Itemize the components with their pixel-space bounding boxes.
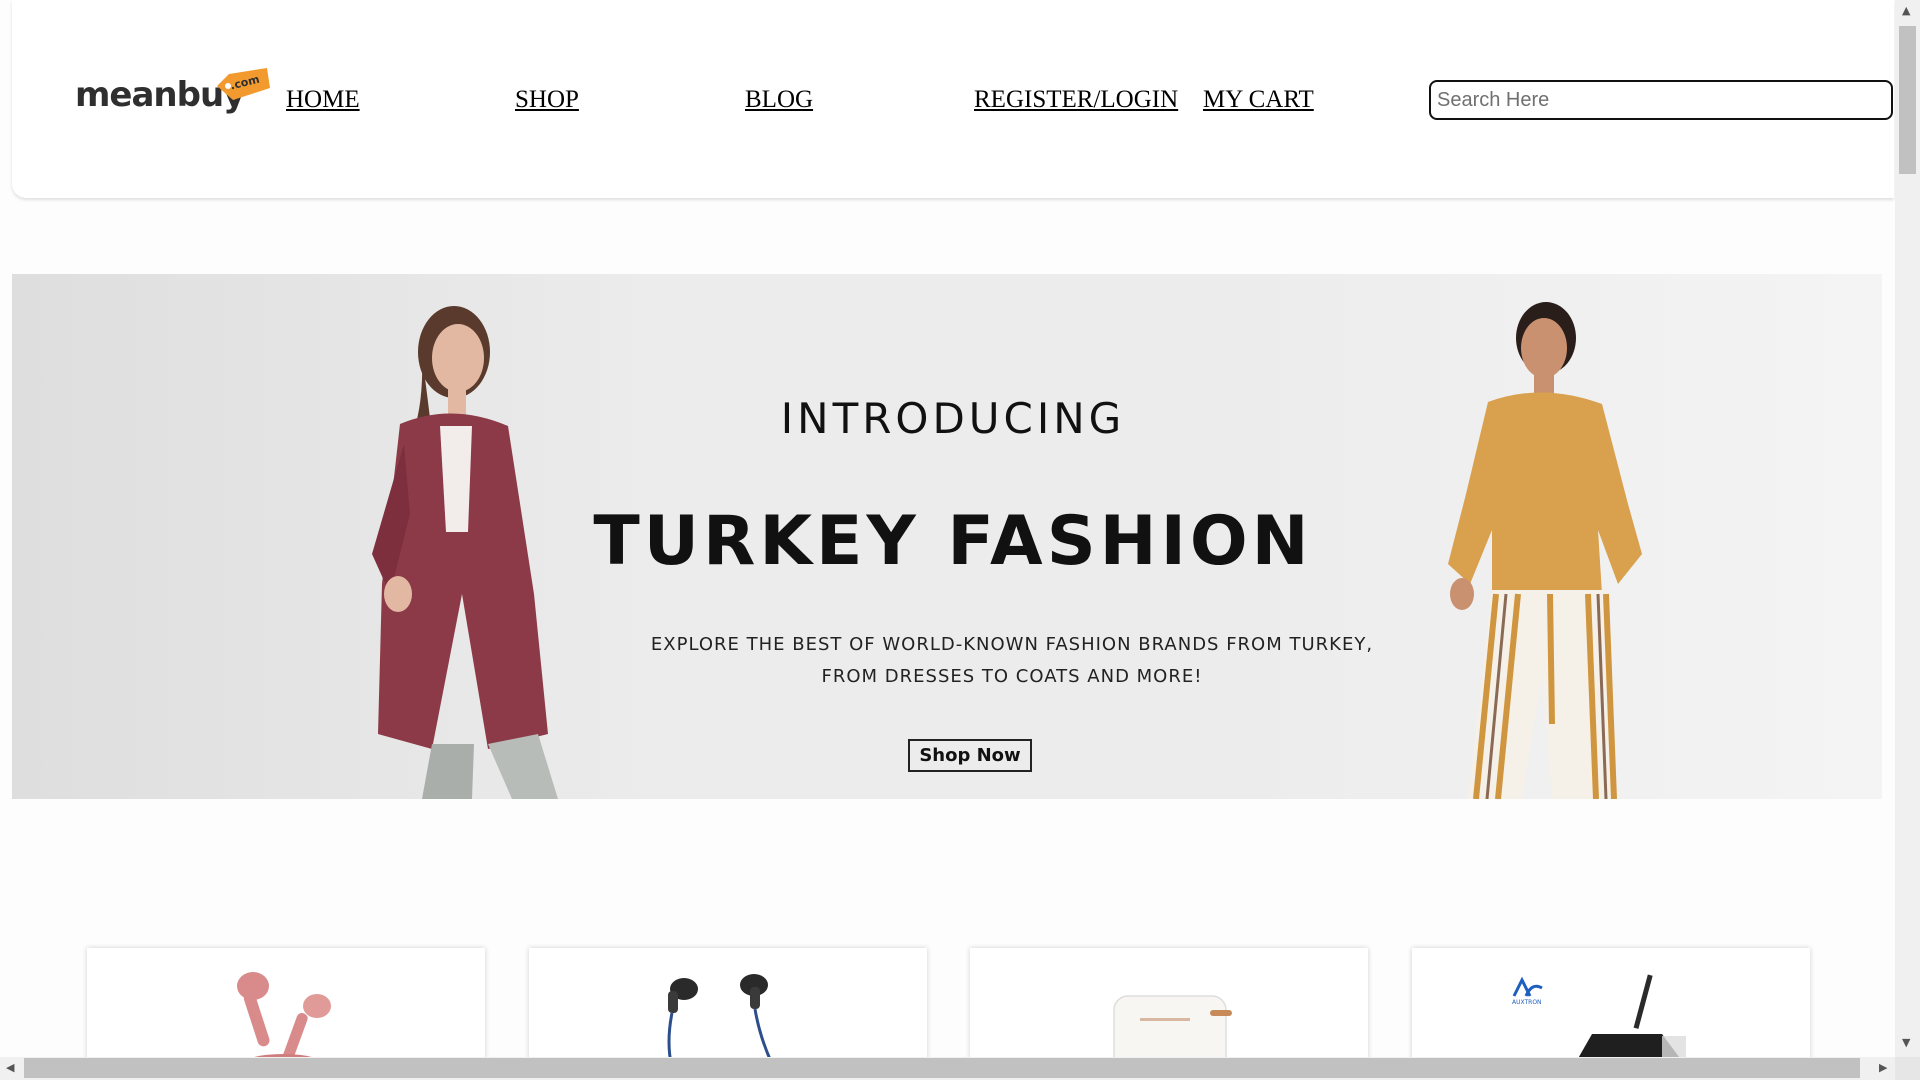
- svg-text:AUXTRON: AUXTRON: [1512, 999, 1542, 1006]
- nav-home-link[interactable]: HOME: [286, 86, 360, 114]
- product-card-4[interactable]: AUXTRON: [1412, 948, 1810, 1068]
- site-logo[interactable]: meanbuy .com: [75, 68, 270, 120]
- search-input[interactable]: [1429, 80, 1893, 120]
- nav-blog-link[interactable]: BLOG: [745, 86, 813, 114]
- scrollbar-corner: [1895, 1057, 1920, 1080]
- nav-my-cart-link[interactable]: MY CART: [1203, 86, 1314, 114]
- model-mustard-shirt-image: [1448, 302, 1642, 799]
- hero-subtitle-line-1: EXPLORE THE BEST OF WORLD-KNOWN FASHION …: [650, 634, 1374, 655]
- scroll-down-arrow-icon[interactable]: ▼: [1902, 1036, 1910, 1049]
- auxtron-gadget-image: AUXTRON: [1512, 974, 1688, 1068]
- product-card-2[interactable]: [529, 948, 927, 1068]
- hero-banner: INTRODUCING TURKEY FASHION EXPLORE THE B…: [12, 274, 1882, 799]
- pink-earbuds-image: [237, 972, 331, 1068]
- shop-now-button[interactable]: Shop Now: [908, 739, 1032, 772]
- product-card-1[interactable]: [87, 948, 485, 1068]
- nav-register-login-link[interactable]: REGISTER/LOGIN: [974, 86, 1178, 114]
- scroll-up-arrow-icon[interactable]: ▲: [1902, 4, 1910, 17]
- hero-subtitle-line-2: FROM DRESSES TO COATS AND MORE!: [821, 666, 1203, 687]
- black-earphones-image: [667, 974, 776, 1068]
- scroll-right-arrow-icon[interactable]: ▶: [1879, 1061, 1887, 1074]
- hero-subtitle: EXPLORE THE BEST OF WORLD-KNOWN FASHION …: [612, 629, 1412, 693]
- nav-shop-link[interactable]: SHOP: [515, 86, 579, 114]
- vertical-scroll-thumb[interactable]: [1899, 26, 1916, 174]
- scroll-left-arrow-icon[interactable]: ◀: [6, 1061, 14, 1074]
- product-card-3[interactable]: [970, 948, 1368, 1068]
- horizontal-scroll-thumb[interactable]: [24, 1058, 1860, 1078]
- site-header: meanbuy .com HOME SHOP BLOG REGISTER/LOG…: [12, 0, 1894, 198]
